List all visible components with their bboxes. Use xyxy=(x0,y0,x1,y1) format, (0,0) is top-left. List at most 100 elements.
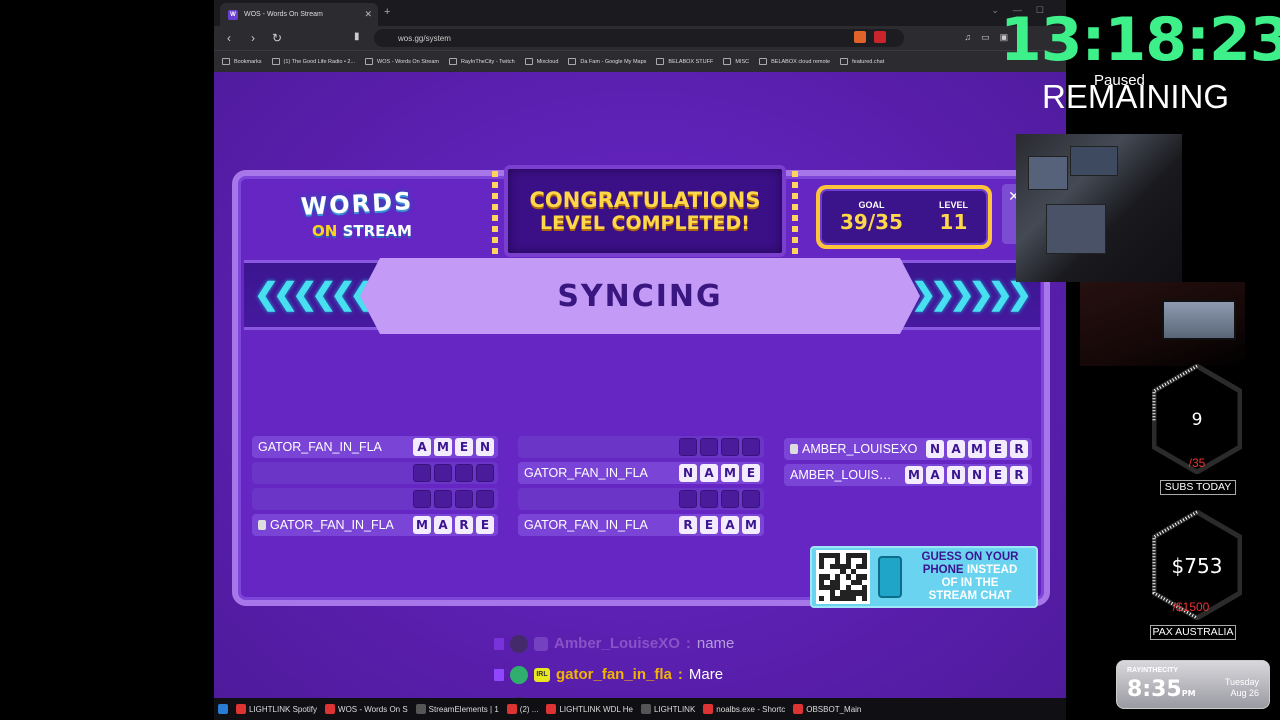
avatar xyxy=(510,634,528,653)
letter-tile: M xyxy=(905,466,923,484)
lock-icon xyxy=(258,520,266,530)
bookmark-label: RayInTheCity - Twitch xyxy=(460,58,515,65)
pax-australia-label: PAX AUSTRALIA xyxy=(1150,625,1236,640)
letter-tile: N xyxy=(476,438,494,456)
promo-line2: PHONE INSTEAD xyxy=(908,564,1032,577)
bookmark-item[interactable]: Mixcloud xyxy=(524,58,558,65)
folder-icon xyxy=(271,58,280,65)
clock-user: RAYINTHECITY xyxy=(1127,667,1179,674)
bookmark-icon[interactable]: ▮ xyxy=(354,31,360,42)
bookmark-item[interactable]: WOS - Words On Stream xyxy=(365,58,439,65)
brave-rewards-icon[interactable] xyxy=(874,31,886,43)
taskbar-item[interactable]: LIGHTLINK xyxy=(640,704,695,714)
media-icon[interactable]: ♫ xyxy=(964,32,971,43)
letter-tiles xyxy=(679,490,760,508)
subs-goal-widget: 9 /35 SUBS TODAY xyxy=(1152,364,1242,495)
bookmark-label: Bookmarks xyxy=(234,58,262,65)
letter-tiles xyxy=(413,490,494,508)
bookmark-item[interactable]: featured.chat xyxy=(840,58,884,65)
close-tab-icon[interactable]: ✕ xyxy=(364,9,372,20)
bookmark-item[interactable]: RayInTheCity - Twitch xyxy=(448,58,515,65)
brave-shield-icon[interactable] xyxy=(854,31,866,43)
address-bar[interactable]: wos.gg/system xyxy=(374,29,904,47)
app-icon xyxy=(703,704,714,714)
new-tab-icon[interactable]: + xyxy=(384,6,390,18)
letter-tile xyxy=(413,464,431,482)
bookmark-label: MISC xyxy=(735,58,750,65)
chat-colon: : xyxy=(677,666,683,683)
taskbar-label: StreamElements | 1 xyxy=(428,704,499,714)
letter-tiles: MARE xyxy=(413,516,494,534)
word-row: AMBER_LOUISEXO N A M E R xyxy=(784,438,1032,460)
folder-icon xyxy=(568,58,577,65)
webcam-monitor xyxy=(1070,146,1118,176)
goal-stat: GOAL 39/35 xyxy=(840,200,903,234)
subs-today-label: SUBS TODAY xyxy=(1160,480,1236,495)
chat-text: Mare xyxy=(688,666,724,683)
letter-tile xyxy=(413,490,431,508)
letter-tile xyxy=(455,464,473,482)
taskbar-item[interactable]: noalbs.exe - Shortc xyxy=(703,704,785,714)
bulbs-left xyxy=(492,171,498,255)
words-on-stream-logo: WORDS ON STREAM xyxy=(292,187,422,252)
bookmark-item[interactable]: Bookmarks xyxy=(222,58,262,65)
forward-icon[interactable]: › xyxy=(244,31,262,45)
bookmark-item[interactable]: (1) The Good Life Radio • 2... xyxy=(271,58,355,65)
bookmark-label: BELABOX cloud remote xyxy=(771,58,831,65)
promo-text: GUESS ON YOUR PHONE INSTEAD OF IN THE ST… xyxy=(908,551,1032,603)
webcam-monitor xyxy=(1046,204,1106,254)
goal-value: 39/35 xyxy=(840,210,903,234)
solver-name: GATOR_FAN_IN_FLA xyxy=(258,518,394,532)
webcam-feed xyxy=(1016,134,1182,282)
letter-tile: N xyxy=(968,466,986,484)
taskbar-item[interactable]: LIGHTLINK Spotify xyxy=(236,704,317,714)
letter-tile xyxy=(679,438,697,456)
bookmark-item[interactable]: MISC xyxy=(723,58,749,65)
goal-label: GOAL xyxy=(858,200,885,210)
chat-username: Amber_LouiseXO xyxy=(554,635,680,652)
subs-count: 9 xyxy=(1191,410,1203,430)
letter-tile: E xyxy=(989,466,1007,484)
taskbar-item[interactable]: (2) ... xyxy=(506,704,538,714)
lock-icon xyxy=(790,444,798,454)
reload-icon[interactable]: ↻ xyxy=(268,31,286,45)
back-icon[interactable]: ‹ xyxy=(220,31,238,45)
chat-message: Amber_LouiseXO: name xyxy=(494,628,1014,659)
phone-promo[interactable]: GUESS ON YOUR PHONE INSTEAD OF IN THE ST… xyxy=(810,546,1038,608)
bookmark-item[interactable]: BELABOX STUFF xyxy=(656,58,713,65)
letter-tile: N xyxy=(926,440,944,458)
sidebar-icon[interactable]: ▭ xyxy=(981,32,990,43)
congrats-title: CONGRATULATIONS xyxy=(529,188,761,212)
letter-tile: E xyxy=(476,516,494,534)
bookmark-item[interactable]: Da Fam - Google My Maps xyxy=(568,58,646,65)
folder-icon xyxy=(448,58,457,65)
badge-icon: IRL xyxy=(534,667,550,682)
bulbs-right xyxy=(792,171,798,255)
bookmarks-bar: Bookmarks (1) The Good Life Radio • 2... W… xyxy=(214,50,1066,72)
tab-title: WOS - Words On Stream xyxy=(244,11,323,18)
app-icon xyxy=(415,704,426,714)
app-icon xyxy=(546,704,557,714)
letter-tile: A xyxy=(721,516,739,534)
letter-tile: R xyxy=(455,516,473,534)
solver-name: GATOR_FAN_IN_FLA xyxy=(524,518,648,532)
chat-colon: : xyxy=(685,635,691,652)
taskbar-item[interactable]: LIGHTLINK WDL He xyxy=(546,704,633,714)
letter-tile: R xyxy=(1010,440,1028,458)
taskbar-label: LIGHTLINK WDL He xyxy=(559,704,633,714)
letter-tile xyxy=(700,438,718,456)
start-icon[interactable] xyxy=(218,704,228,714)
tab-wos[interactable]: W WOS - Words On Stream ✕ xyxy=(220,3,378,26)
word-row: GATOR_FAN_IN_FLA N A M E xyxy=(518,462,764,484)
taskbar-item[interactable]: WOS - Words On S xyxy=(325,704,408,714)
bookmark-label: WOS - Words On Stream xyxy=(377,58,439,65)
word-row: GATOR_FAN_IN_FLA M A R E xyxy=(252,514,498,536)
taskbar-item[interactable]: OBSBOT_Main xyxy=(793,704,861,714)
chat-message: IRL gator_fan_in_fla: Mare xyxy=(494,659,1014,690)
qr-code-icon xyxy=(816,550,870,604)
word-row xyxy=(518,436,764,458)
folder-icon xyxy=(840,58,849,65)
bookmark-item[interactable]: BELABOX cloud remote xyxy=(759,58,830,65)
clock-date: Tuesday Aug 26 xyxy=(1225,677,1259,699)
taskbar-item[interactable]: StreamElements | 1 xyxy=(415,704,499,714)
